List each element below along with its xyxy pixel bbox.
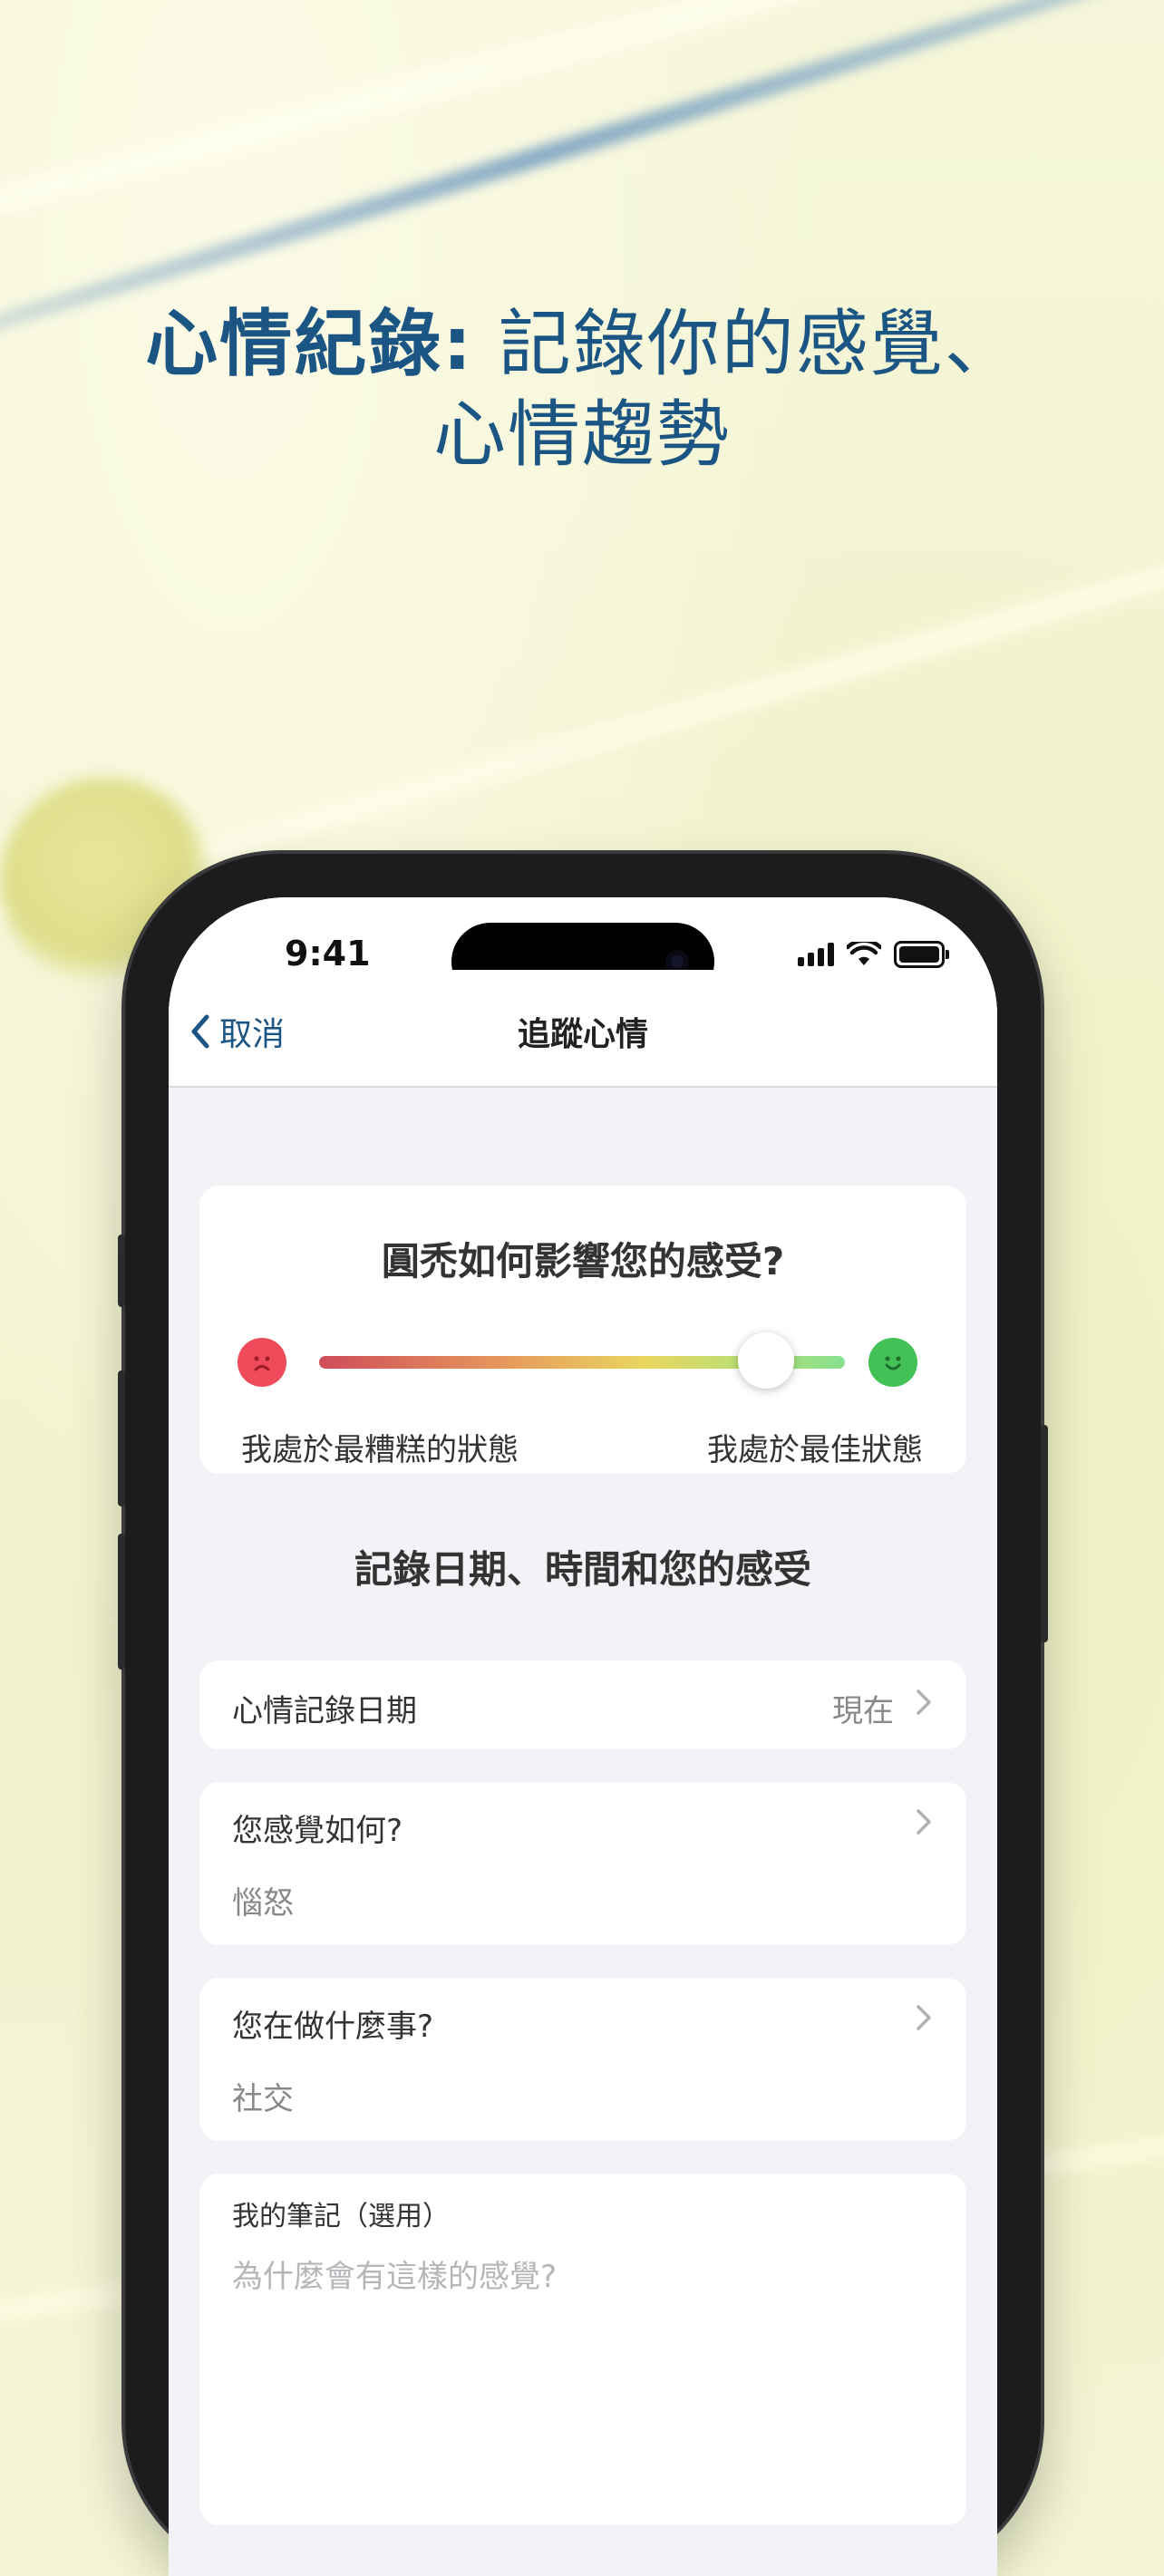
status-icons (798, 941, 949, 968)
happy-face-icon (868, 1338, 917, 1387)
activity-row-label: 您在做什麼事? (232, 2009, 434, 2045)
mood-slider-thumb[interactable] (738, 1332, 794, 1389)
date-row[interactable]: 心情記錄日期 現在 (199, 1661, 966, 1749)
headline-line-1: 心情紀錄: 記錄你的感覺、 (0, 299, 1164, 390)
notes-label: 我的筆記（選用） (232, 2201, 450, 2232)
power-button (1041, 1425, 1048, 1642)
feeling-row[interactable]: 您感覺如何? 惱怒 (199, 1782, 966, 1945)
signal-icon (798, 943, 834, 966)
chevron-right-icon (917, 1690, 931, 1715)
feeling-row-label: 您感覺如何? (232, 1813, 403, 1849)
feeling-row-value: 惱怒 (232, 1885, 294, 1922)
wifi-icon (847, 942, 881, 965)
date-row-label: 心情記錄日期 (232, 1693, 417, 1729)
volume-up-button (118, 1370, 125, 1506)
side-button (118, 1235, 125, 1307)
volume-down-button (118, 1534, 125, 1670)
mood-low-label: 我處於最糟糕的狀態 (241, 1432, 519, 1468)
headline-bold: 心情紀錄: (145, 302, 474, 386)
chevron-right-icon (917, 1809, 931, 1835)
status-time: 9:41 (285, 934, 371, 973)
navigation-bar: 取消 追蹤心情 (169, 970, 997, 1088)
sad-face-icon (238, 1338, 286, 1387)
mood-rating-card: 圓禿如何影響您的感受? 我處於最糟糕的狀態 我處於最佳狀態 (199, 1186, 966, 1474)
notes-placeholder: 為什麼會有這樣的感覺? (232, 2259, 558, 2295)
battery-icon (894, 941, 949, 968)
notes-card[interactable]: 我的筆記（選用） 為什麼會有這樣的感覺? (199, 2174, 966, 2525)
activity-row[interactable]: 您在做什麼事? 社交 (199, 1978, 966, 2141)
page-title: 追蹤心情 (517, 1016, 648, 1053)
chevron-right-icon (917, 2005, 931, 2030)
background-streak (0, 0, 1164, 331)
mood-high-label: 我處於最佳狀態 (707, 1432, 923, 1468)
section-title: 記錄日期、時間和您的感受 (354, 1547, 811, 1592)
headline-rest: 記錄你的感覺、 (473, 302, 1019, 386)
headline: 心情紀錄: 記錄你的感覺、 心情趨勢 (0, 299, 1164, 480)
activity-row-value: 社交 (232, 2081, 294, 2117)
date-row-value: 現在 (832, 1693, 894, 1729)
phone-screen: 9:41 取消 追蹤心情 圓禿如何影響您的感受? 我處於最糟糕的狀態 我處於最佳… (169, 897, 997, 2576)
headline-line-2: 心情趨勢 (433, 392, 731, 477)
mood-question: 圓禿如何影響您的感受? (381, 1239, 785, 1283)
phone-frame: 9:41 取消 追蹤心情 圓禿如何影響您的感受? 我處於最糟糕的狀態 我處於最佳… (118, 854, 1048, 2576)
